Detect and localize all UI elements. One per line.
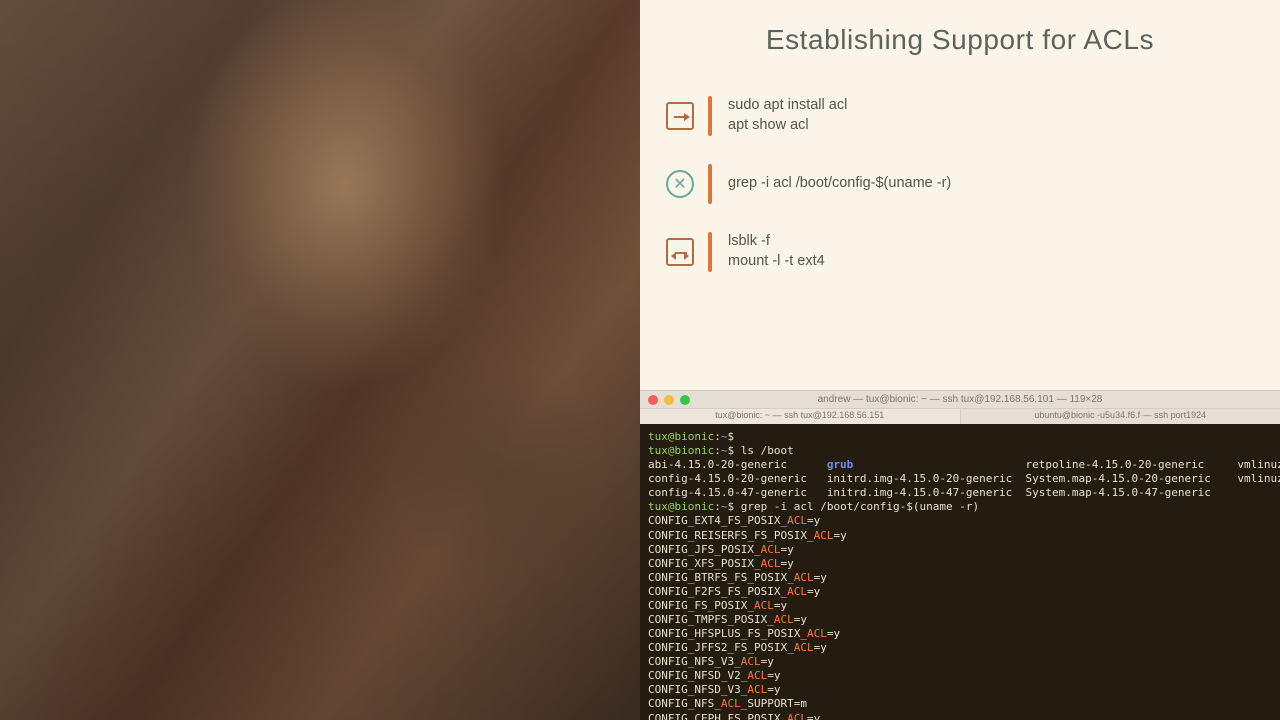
right-column: Establishing Support for ACLs sudo apt i… — [640, 0, 1280, 720]
step-2: ✕ grep -i acl /boot/config-$(uname -r) — [664, 164, 1280, 204]
tab-1[interactable]: tux@bionic: ~ — ssh tux@192.168.56.151 — [640, 408, 961, 424]
window-title: andrew — tux@bionic: ~ — ssh tux@192.168… — [690, 394, 1230, 405]
close-icon[interactable] — [648, 395, 658, 405]
step-1-text: sudo apt install acl apt show acl — [728, 96, 847, 135]
tab-2[interactable]: ubuntu@bionic -u5u34.f6.f — ssh port1924 — [961, 408, 1280, 424]
slide-steps: sudo apt install acl apt show acl ✕ grep… — [664, 96, 1280, 272]
step-1: sudo apt install acl apt show acl — [664, 96, 1280, 136]
cross-stitch-icon: ✕ — [664, 168, 696, 200]
panel-out-icon — [664, 100, 696, 132]
traffic-lights — [648, 395, 690, 405]
step-2-line-1: grep -i acl /boot/config-$(uname -r) — [728, 174, 951, 194]
zoom-icon[interactable] — [680, 395, 690, 405]
terminal-tabs: tux@bionic: ~ — ssh tux@192.168.56.151 u… — [640, 408, 1280, 424]
terminal[interactable]: tux@bionic:~$ tux@bionic:~$ ls /boot abi… — [640, 424, 1280, 720]
divider-icon — [708, 96, 712, 136]
step-1-line-1: sudo apt install acl — [728, 96, 847, 116]
step-1-line-2: apt show acl — [728, 116, 847, 136]
divider-icon — [708, 164, 712, 204]
step-3-line-1: lsblk -f — [728, 232, 825, 252]
step-2-text: grep -i acl /boot/config-$(uname -r) — [728, 174, 951, 194]
slide-title: Establishing Support for ACLs — [640, 24, 1280, 56]
divider-icon — [708, 232, 712, 272]
step-3-text: lsblk -f mount -l -t ext4 — [728, 232, 825, 271]
macos-window-chrome: andrew — tux@bionic: ~ — ssh tux@192.168… — [640, 390, 1280, 424]
step-3: lsblk -f mount -l -t ext4 — [664, 232, 1280, 272]
minimize-icon[interactable] — [664, 395, 674, 405]
step-3-line-2: mount -l -t ext4 — [728, 252, 825, 272]
person-photo — [0, 0, 640, 720]
horizontal-arrows-icon — [664, 236, 696, 268]
slide: Establishing Support for ACLs sudo apt i… — [640, 0, 1280, 390]
